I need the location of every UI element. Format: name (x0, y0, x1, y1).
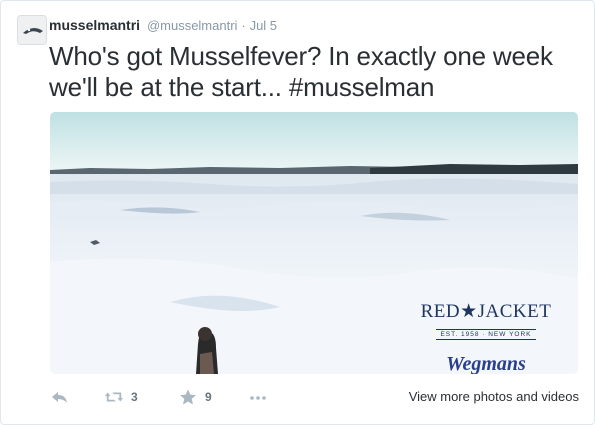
avatar-logo-icon (18, 16, 46, 44)
favorite-button[interactable]: 9 (179, 385, 212, 409)
favorite-count: 9 (205, 390, 212, 404)
tweet-card: musselmantri @musselmantri · Jul 5 Who's… (0, 0, 595, 425)
reply-button[interactable] (51, 385, 69, 409)
tweet-timestamp[interactable]: Jul 5 (250, 18, 277, 33)
author-handle[interactable]: @musselmantri (147, 18, 238, 33)
hashtag-link[interactable]: #musselman (289, 72, 435, 102)
wegmans-logo: Wegmans (446, 353, 526, 374)
sponsor-logos: RED★JACKET EST. 1958 · NEW YORK Wegmans (416, 300, 556, 374)
more-dots-icon (250, 396, 266, 400)
star-icon (180, 389, 196, 405)
tweet-photo[interactable]: RED★JACKET EST. 1958 · NEW YORK Wegmans (50, 112, 578, 374)
red-jacket-tagline: EST. 1958 · NEW YORK (436, 329, 536, 340)
retweet-count: 3 (131, 390, 138, 404)
reply-icon (52, 392, 67, 403)
author-name[interactable]: musselmantri (49, 17, 140, 33)
separator-dot: · (241, 18, 246, 33)
tweet-header: musselmantri @musselmantri · Jul 5 (49, 17, 277, 37)
tweet-text: Who's got Musselfever? In exactly one we… (49, 41, 579, 103)
red-jacket-logo: RED★JACKET (420, 301, 552, 322)
more-button[interactable] (249, 385, 267, 409)
view-more-media-link[interactable]: View more photos and videos (409, 389, 579, 404)
avatar[interactable] (17, 15, 47, 45)
retweet-button[interactable]: 3 (105, 385, 138, 409)
retweet-icon (105, 392, 123, 402)
tweet-actions: 3 9 View more photos and videos (49, 385, 579, 409)
